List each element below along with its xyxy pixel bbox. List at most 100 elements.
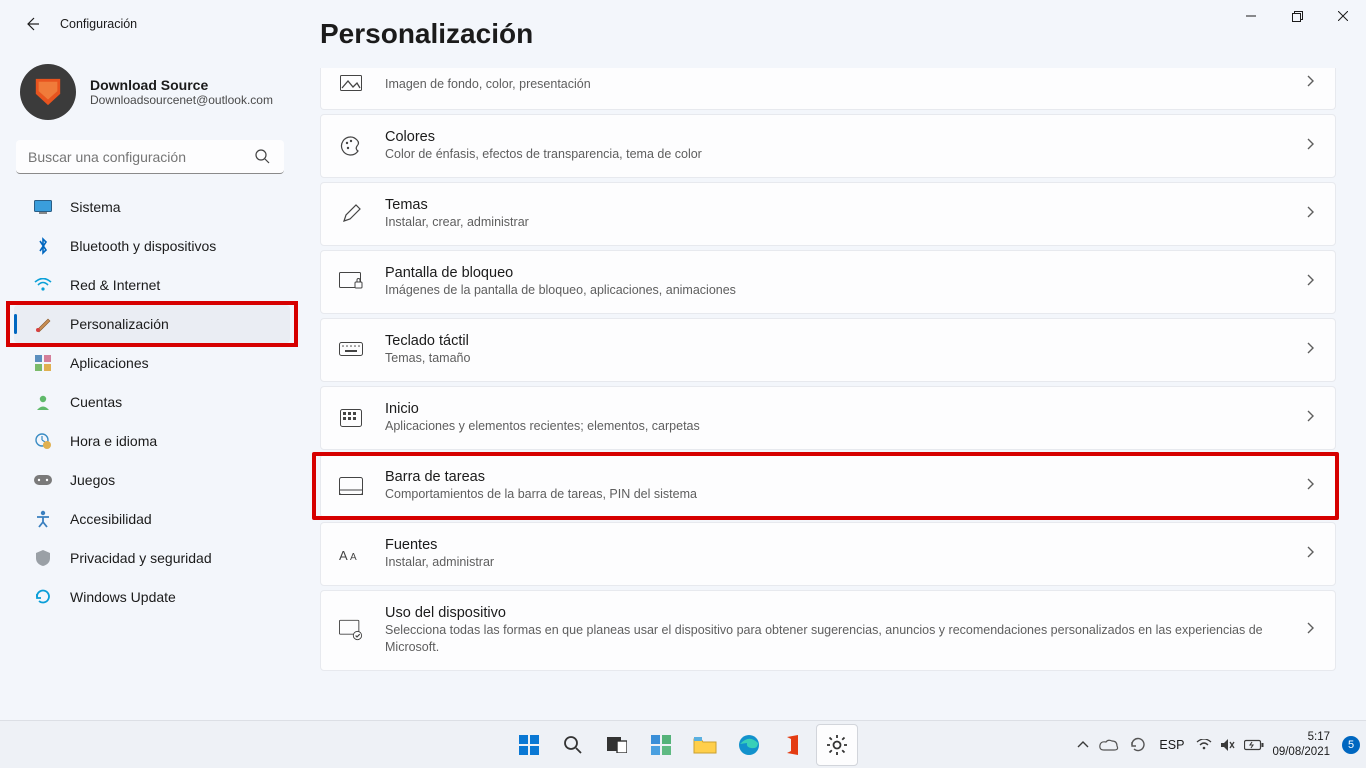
card-teclado-tactil[interactable]: Teclado táctil Temas, tamaño bbox=[320, 318, 1336, 382]
sidebar-item-label: Personalización bbox=[70, 316, 169, 332]
volume-icon bbox=[1220, 738, 1236, 752]
sidebar-item-label: Windows Update bbox=[70, 589, 176, 605]
notification-badge[interactable]: 5 bbox=[1342, 736, 1360, 754]
back-button[interactable] bbox=[12, 4, 52, 44]
card-desc: Selecciona todas las formas en que plane… bbox=[385, 622, 1293, 656]
input-language[interactable]: ESP bbox=[1155, 738, 1188, 752]
card-title: Colores bbox=[385, 129, 1293, 145]
sidebar-item-cuentas[interactable]: Cuentas bbox=[14, 383, 290, 421]
avatar-logo-icon bbox=[33, 77, 63, 107]
card-desc: Temas, tamaño bbox=[385, 350, 1293, 367]
chevron-right-icon bbox=[1305, 341, 1315, 360]
settings-button[interactable] bbox=[816, 724, 858, 766]
svg-text:A: A bbox=[350, 552, 357, 563]
chevron-right-icon bbox=[1305, 273, 1315, 292]
svg-text:A: A bbox=[339, 548, 348, 563]
card-title: Inicio bbox=[385, 401, 1293, 417]
sidebar-item-aplicaciones[interactable]: Aplicaciones bbox=[14, 344, 290, 382]
pen-icon bbox=[339, 202, 363, 226]
font-icon: AA bbox=[339, 542, 363, 566]
edge-button[interactable] bbox=[728, 724, 770, 766]
brush-icon bbox=[32, 313, 54, 335]
sidebar: Download Source Downloadsourcenet@outloo… bbox=[0, 48, 300, 720]
card-title: Barra de tareas bbox=[385, 469, 1293, 485]
card-pantalla-bloqueo[interactable]: Pantalla de bloqueo Imágenes de la panta… bbox=[320, 250, 1336, 314]
widgets-icon bbox=[650, 734, 672, 756]
app-title: Configuración bbox=[60, 17, 137, 31]
taskbar-search-button[interactable] bbox=[552, 724, 594, 766]
sidebar-item-update[interactable]: Windows Update bbox=[14, 578, 290, 616]
sidebar-item-privacidad[interactable]: Privacidad y seguridad bbox=[14, 539, 290, 577]
sidebar-item-label: Sistema bbox=[70, 199, 121, 215]
widgets-button[interactable] bbox=[640, 724, 682, 766]
sidebar-item-juegos[interactable]: Juegos bbox=[14, 461, 290, 499]
sidebar-item-label: Bluetooth y dispositivos bbox=[70, 238, 216, 254]
sidebar-item-label: Hora e idioma bbox=[70, 433, 157, 449]
clock-time: 5:17 bbox=[1272, 730, 1330, 744]
taskview-icon bbox=[607, 737, 627, 753]
wifi-tray-icon bbox=[1196, 739, 1212, 751]
search-icon bbox=[254, 148, 270, 169]
sync-icon bbox=[1129, 736, 1147, 754]
card-fondo[interactable]: Imagen de fondo, color, presentación bbox=[320, 68, 1336, 110]
sidebar-item-label: Cuentas bbox=[70, 394, 122, 410]
search-input[interactable] bbox=[16, 140, 284, 174]
chevron-right-icon bbox=[1305, 74, 1315, 93]
card-uso-dispositivo[interactable]: Uso del dispositivo Selecciona todas las… bbox=[320, 590, 1336, 671]
office-button[interactable] bbox=[772, 724, 814, 766]
card-barra-tareas[interactable]: Barra de tareas Comportamientos de la ba… bbox=[320, 454, 1336, 518]
wifi-icon bbox=[32, 274, 54, 296]
palette-icon bbox=[339, 134, 363, 158]
card-inicio[interactable]: Inicio Aplicaciones y elementos reciente… bbox=[320, 386, 1336, 450]
taskbar-right: ESP 5:17 09/08/2021 5 bbox=[1077, 730, 1360, 759]
annotation-box-card: Barra de tareas Comportamientos de la ba… bbox=[320, 454, 1336, 518]
network-volume-battery[interactable] bbox=[1196, 738, 1264, 752]
card-title: Uso del dispositivo bbox=[385, 605, 1293, 621]
taskbar: ESP 5:17 09/08/2021 5 bbox=[0, 720, 1366, 768]
arrow-left-icon bbox=[24, 16, 40, 32]
card-temas[interactable]: Temas Instalar, crear, administrar bbox=[320, 182, 1336, 246]
sidebar-item-bluetooth[interactable]: Bluetooth y dispositivos bbox=[14, 227, 290, 265]
chevron-right-icon bbox=[1305, 545, 1315, 564]
task-view-button[interactable] bbox=[596, 724, 638, 766]
annotation-box-nav: Personalización bbox=[12, 305, 296, 343]
card-desc: Imagen de fondo, color, presentación bbox=[385, 76, 1293, 93]
card-desc: Instalar, crear, administrar bbox=[385, 214, 1293, 231]
shield-icon bbox=[32, 547, 54, 569]
card-colores[interactable]: Colores Color de énfasis, efectos de tra… bbox=[320, 114, 1336, 178]
card-fuentes[interactable]: AA Fuentes Instalar, administrar bbox=[320, 522, 1336, 586]
keyboard-touch-icon bbox=[339, 338, 363, 362]
office-icon bbox=[784, 734, 802, 756]
device-usage-icon bbox=[339, 618, 363, 642]
user-block[interactable]: Download Source Downloadsourcenet@outloo… bbox=[12, 56, 296, 136]
sidebar-item-hora[interactable]: Hora e idioma bbox=[14, 422, 290, 460]
lockscreen-icon bbox=[339, 270, 363, 294]
sidebar-item-label: Red & Internet bbox=[70, 277, 160, 293]
card-title: Temas bbox=[385, 197, 1293, 213]
tray-icons[interactable] bbox=[1077, 736, 1147, 754]
sidebar-item-label: Accesibilidad bbox=[70, 511, 152, 527]
chevron-up-icon bbox=[1077, 741, 1089, 749]
sidebar-item-red[interactable]: Red & Internet bbox=[14, 266, 290, 304]
onedrive-icon bbox=[1099, 738, 1119, 752]
sidebar-item-personalizacion[interactable]: Personalización bbox=[14, 305, 290, 343]
card-desc: Comportamientos de la barra de tareas, P… bbox=[385, 486, 1293, 503]
windows-icon bbox=[518, 734, 540, 756]
sidebar-item-sistema[interactable]: Sistema bbox=[14, 188, 290, 226]
start-button[interactable] bbox=[508, 724, 550, 766]
user-email: Downloadsourcenet@outlook.com bbox=[90, 93, 273, 107]
card-desc: Aplicaciones y elementos recientes; elem… bbox=[385, 418, 1293, 435]
card-desc: Instalar, administrar bbox=[385, 554, 1293, 571]
chevron-right-icon bbox=[1305, 477, 1315, 496]
clock[interactable]: 5:17 09/08/2021 bbox=[1272, 730, 1334, 759]
gear-icon bbox=[826, 734, 848, 756]
sidebar-item-accesibilidad[interactable]: Accesibilidad bbox=[14, 500, 290, 538]
edge-icon bbox=[738, 734, 760, 756]
gamepad-icon bbox=[32, 469, 54, 491]
nav-list: Sistema Bluetooth y dispositivos Red & I… bbox=[12, 188, 296, 616]
page-title: Personalización bbox=[320, 18, 1336, 50]
user-text: Download Source Downloadsourcenet@outloo… bbox=[90, 77, 273, 107]
card-title: Pantalla de bloqueo bbox=[385, 265, 1293, 281]
folder-icon bbox=[693, 735, 717, 755]
explorer-button[interactable] bbox=[684, 724, 726, 766]
